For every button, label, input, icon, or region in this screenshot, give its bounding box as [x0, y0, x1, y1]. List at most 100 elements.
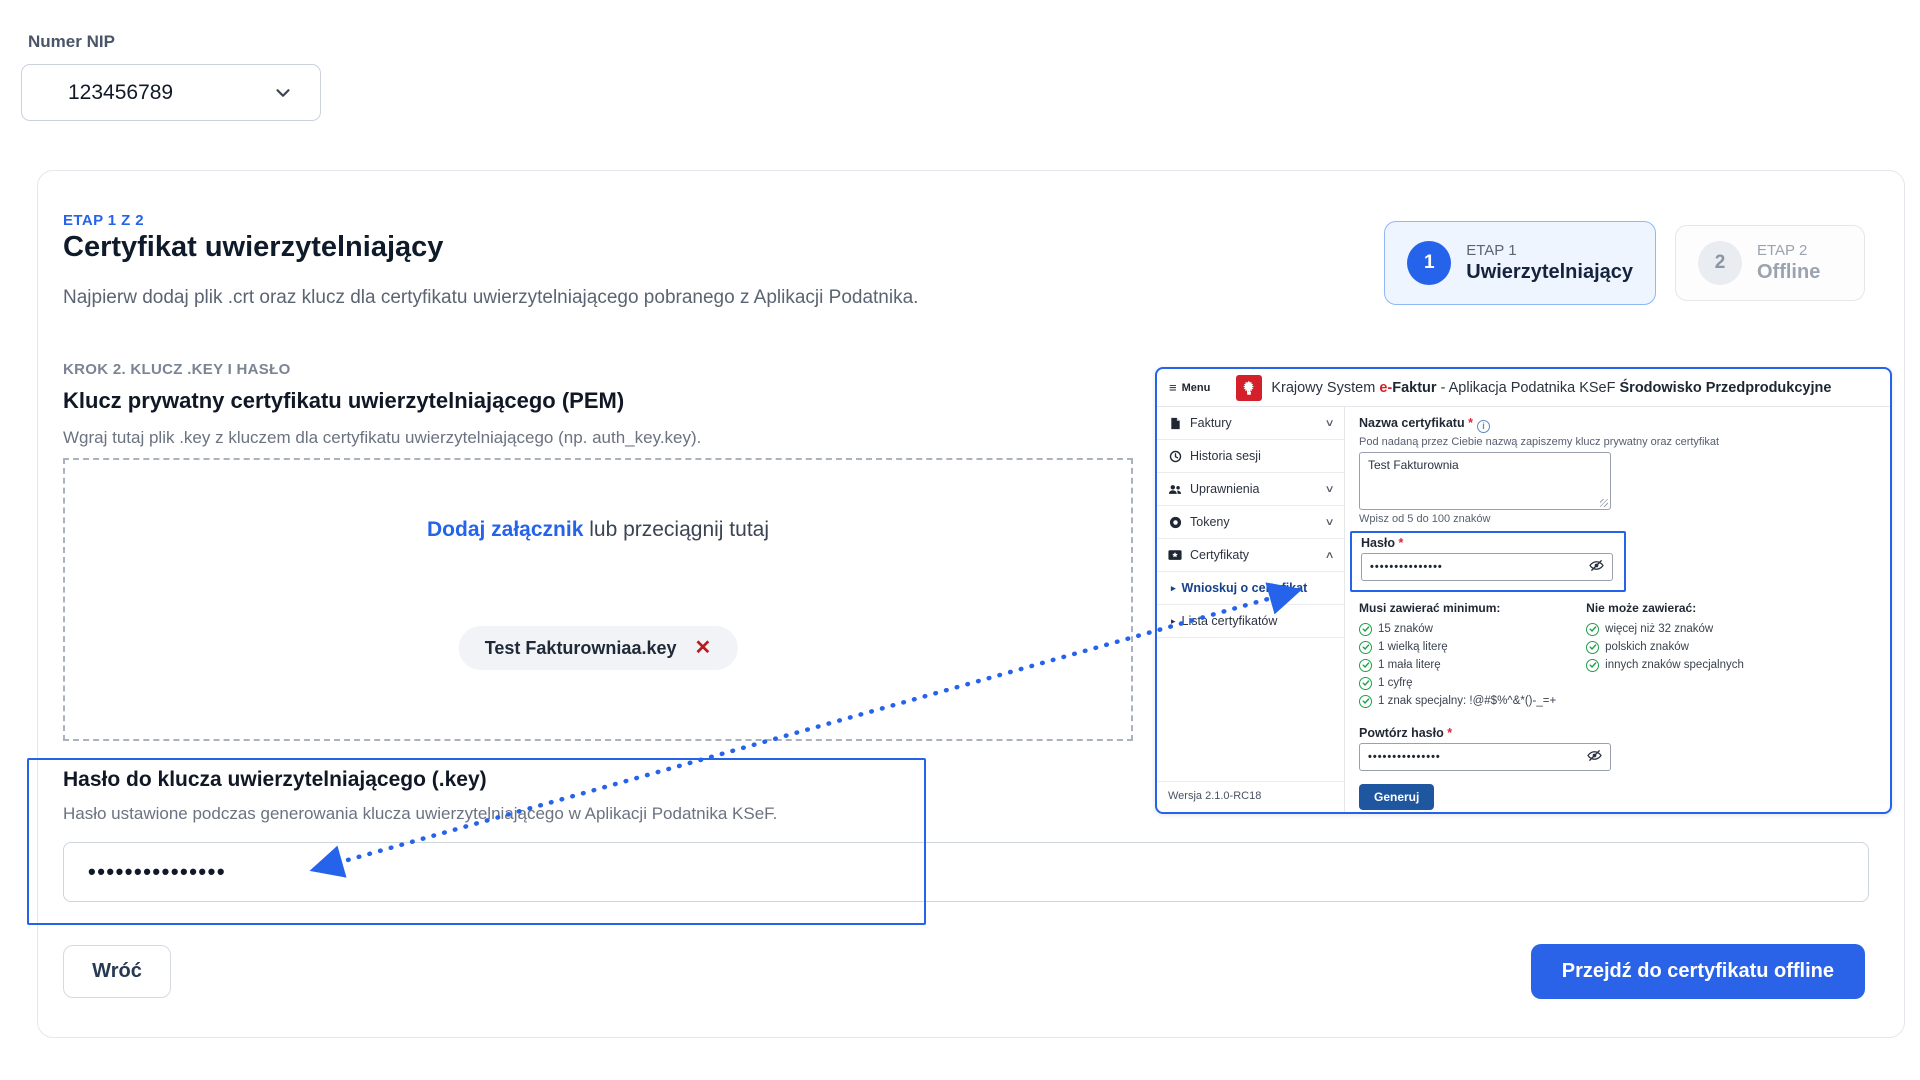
- step-2-label: Offline: [1757, 261, 1820, 284]
- eye-off-icon: [1587, 749, 1602, 765]
- sidebar-item-historia-sesji: Historia sesji: [1157, 440, 1344, 473]
- list-item: 15 znaków: [1359, 623, 1556, 636]
- required-asterisk: *: [1447, 726, 1452, 740]
- step-2-offline[interactable]: 2 ETAP 2 Offline: [1675, 225, 1865, 301]
- nip-label: Numer NIP: [28, 32, 115, 52]
- check-icon: [1359, 677, 1372, 690]
- sidebar-item-uprawnienia: Uprawnienia ∨: [1157, 473, 1344, 506]
- ksef-header: ≡ Menu Krajowy System e-Faktur - Aplikac…: [1157, 369, 1890, 407]
- sidebar-item-certyfikaty: Certyfikaty ∧: [1157, 539, 1344, 572]
- app-version: Wersja 2.1.0-RC18: [1157, 781, 1344, 812]
- step-heading: KROK 2. KLUCZ .KEY I HASŁO: [63, 361, 291, 378]
- key-section-hint: Wgraj tutaj plik .key z kluczem dla cert…: [63, 428, 701, 448]
- generate-button: Generuj: [1359, 784, 1434, 810]
- password-section-hint: Hasło ustawione podczas generowania kluc…: [63, 804, 777, 824]
- step-indicator: 1 ETAP 1 Uwierzytelniający 2 ETAP 2 Offl…: [1384, 221, 1865, 305]
- nip-select[interactable]: 123456789: [21, 64, 321, 121]
- check-icon: [1359, 641, 1372, 654]
- submenu-arrow-icon: ▸: [1171, 583, 1176, 594]
- cannot-contain-list: Nie może zawierać: więcej niż 32 znaków …: [1586, 601, 1744, 713]
- next-button[interactable]: Przejdź do certyfikatu offline: [1531, 944, 1865, 999]
- certificate-name-label: Nazwa certyfikatu *i: [1359, 416, 1876, 433]
- environment-label: Środowisko Przedprodukcyjne: [1620, 380, 1832, 396]
- chevron-down-icon: ∨: [1324, 418, 1334, 429]
- ksef-app-title: Krajowy System e-Faktur - Aplikacja Poda…: [1271, 380, 1831, 396]
- remove-file-icon[interactable]: ✕: [694, 638, 711, 658]
- password-requirements: Musi zawierać minimum: 15 znaków 1 wielk…: [1359, 601, 1876, 713]
- check-icon: [1586, 623, 1599, 636]
- page-subtitle: Najpierw dodaj plik .crt oraz klucz dla …: [63, 287, 918, 309]
- chevron-down-icon: ∨: [1324, 484, 1334, 495]
- add-attachment-link[interactable]: Dodaj załącznik: [427, 518, 583, 541]
- dropzone-text: Dodaj załącznik lub przeciągnij tutaj: [65, 518, 1131, 542]
- menu-button: ≡ Menu: [1169, 380, 1210, 395]
- sidebar-item-tokeny: Tokeny ∨: [1157, 506, 1344, 539]
- check-icon: [1359, 623, 1372, 636]
- repeat-password-input: •••••••••••••••: [1359, 743, 1611, 771]
- list-item: 1 mała literę: [1359, 659, 1556, 672]
- chevron-up-icon: ∧: [1324, 550, 1334, 561]
- file-dropzone[interactable]: Dodaj załącznik lub przeciągnij tutaj Te…: [63, 458, 1133, 741]
- brand-faktur: Faktur: [1392, 380, 1436, 396]
- check-icon: [1586, 659, 1599, 672]
- check-icon: [1359, 695, 1372, 708]
- brand-e: e-: [1379, 380, 1392, 396]
- sidebar-item-faktury: Faktury ∨: [1157, 407, 1344, 440]
- nip-value: 123456789: [68, 81, 173, 105]
- check-icon: [1359, 659, 1372, 672]
- step-2-eyebrow: ETAP 2: [1757, 242, 1820, 259]
- dropzone-text-rest: lub przeciągnij tutaj: [583, 518, 769, 541]
- chevron-down-icon: ∨: [1324, 517, 1334, 528]
- must-contain-list: Musi zawierać minimum: 15 znaków 1 wielk…: [1359, 601, 1556, 713]
- polish-eagle-logo: [1236, 375, 1262, 401]
- password-input: •••••••••••••••: [1361, 553, 1613, 581]
- sidebar-item-wnioskuj-o-certyfikat: ▸ Wnioskuj o certyfikat: [1157, 572, 1344, 605]
- required-asterisk: *: [1399, 536, 1404, 550]
- page: { "colors": { "accent": "#2563eb", "badg…: [0, 0, 1920, 1080]
- menu-icon: ≡: [1169, 380, 1177, 395]
- step-1-number: 1: [1407, 241, 1451, 285]
- stage-label: ETAP 1 Z 2: [63, 212, 144, 229]
- list-item: 1 znak specjalny: !@#$%^&*()-_=+: [1359, 695, 1556, 708]
- ksef-form: Nazwa certyfikatu *i Pod nadaną przez Ci…: [1345, 407, 1890, 812]
- back-button[interactable]: Wróć: [63, 945, 171, 998]
- uploaded-file-name: Test Fakturowniaa.key: [485, 638, 677, 659]
- key-password-input[interactable]: •••••••••••••••: [63, 842, 1869, 902]
- uploaded-file-chip: Test Fakturowniaa.key ✕: [459, 626, 738, 670]
- password-label: Hasło *: [1361, 536, 1615, 550]
- step-1-eyebrow: ETAP 1: [1466, 242, 1633, 259]
- ksef-body: Faktury ∨ Historia sesji Uprawnienia ∨ T…: [1157, 407, 1890, 812]
- password-section-title: Hasło do klucza uwierzytelniającego (.ke…: [63, 768, 487, 792]
- invoice-document-icon: [1168, 416, 1182, 430]
- step-2-number: 2: [1698, 241, 1742, 285]
- clock-icon: [1168, 449, 1182, 463]
- page-title: Certyfikat uwierzytelniający: [63, 231, 443, 264]
- certificate-name-textarea: Test Fakturownia: [1359, 452, 1611, 510]
- repeat-password-label: Powtórz hasło *: [1359, 726, 1876, 740]
- list-item: 1 cyfrę: [1359, 677, 1556, 690]
- chevron-down-icon: [272, 82, 294, 104]
- sidebar-item-lista-certyfikatow: ▸ Lista certyfikatów: [1157, 605, 1344, 638]
- list-item: 1 wielką literę: [1359, 641, 1556, 654]
- token-icon: [1168, 515, 1182, 529]
- list-item: innych znaków specjalnych: [1586, 659, 1744, 672]
- submenu-arrow-icon: ▸: [1171, 616, 1176, 627]
- ksef-sidebar: Faktury ∨ Historia sesji Uprawnienia ∨ T…: [1157, 407, 1345, 812]
- password-field-highlight: Hasło * •••••••••••••••: [1350, 531, 1626, 592]
- users-icon: [1168, 482, 1182, 496]
- certificate-name-counter: Wpisz od 5 do 100 znaków: [1359, 513, 1876, 525]
- step-1-uwierzytelniajacy[interactable]: 1 ETAP 1 Uwierzytelniający: [1384, 221, 1656, 305]
- required-asterisk: *: [1468, 416, 1473, 430]
- repeat-password-block: Powtórz hasło * •••••••••••••••: [1359, 726, 1876, 771]
- check-icon: [1586, 641, 1599, 654]
- key-section-title: Klucz prywatny certyfikatu uwierzytelnia…: [63, 388, 624, 414]
- ksef-app-screenshot: ≡ Menu Krajowy System e-Faktur - Aplikac…: [1155, 367, 1892, 814]
- info-icon: i: [1477, 420, 1490, 433]
- eye-off-icon: [1589, 559, 1604, 575]
- certificate-icon: [1168, 548, 1182, 562]
- menu-label: Menu: [1182, 382, 1211, 394]
- certificate-name-hint: Pod nadaną przez Ciebie nazwą zapiszemy …: [1359, 436, 1876, 448]
- step-1-label: Uwierzytelniający: [1466, 261, 1633, 284]
- wizard-card: ETAP 1 Z 2 Certyfikat uwierzytelniający …: [37, 170, 1905, 1038]
- list-item: więcej niż 32 znaków: [1586, 623, 1744, 636]
